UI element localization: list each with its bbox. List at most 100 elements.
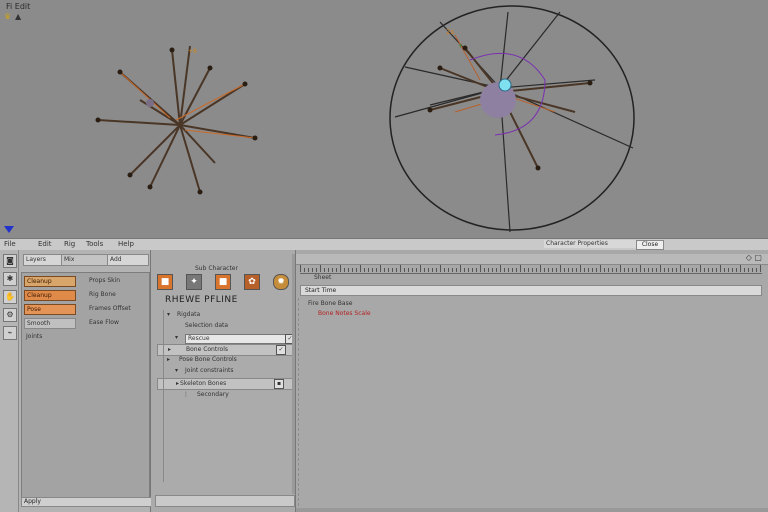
layers-tab[interactable]: Layers <box>23 254 63 266</box>
menu-help[interactable]: Help <box>118 240 134 248</box>
tree-row[interactable]: ▾ Rigdata <box>157 310 293 320</box>
ruler-tick <box>748 268 749 272</box>
layer-value: Frames Offset <box>89 305 131 312</box>
menu-edit[interactable]: Edit <box>38 240 52 248</box>
timeline-grid[interactable] <box>298 298 761 506</box>
bone-tool-icon[interactable]: ✦ <box>186 274 202 290</box>
ruler-tick <box>488 268 489 272</box>
bone-icon[interactable]: ⌁ <box>3 326 17 340</box>
ruler-tick <box>756 268 757 272</box>
ruler-tick <box>400 265 401 272</box>
ruler-tick <box>312 268 313 272</box>
hand-icon[interactable]: ✋ <box>3 290 17 304</box>
ruler-tick <box>484 268 485 272</box>
visibility-checkbox[interactable]: ✓ <box>276 345 286 355</box>
gear-icon[interactable]: ⚙ <box>3 308 17 322</box>
ruler-tick <box>660 265 661 272</box>
tree-row[interactable]: ▸ Skeleton Bones ▪ <box>157 378 295 390</box>
rescue-field[interactable]: Rescue <box>185 334 287 344</box>
ruler-tick <box>616 268 617 272</box>
panel-scrollbar[interactable] <box>292 254 295 494</box>
menu-tools[interactable]: Tools <box>86 240 103 248</box>
ruler-tick <box>736 268 737 272</box>
ruler-tick <box>368 268 369 272</box>
ruler-tick <box>516 268 517 272</box>
ruler-tick <box>724 268 725 272</box>
ruler-tick <box>404 268 405 272</box>
list-item[interactable]: Pose Frames Offset <box>23 303 148 315</box>
character-panel: Sub Character ■ ✦ ■ ✿ ✹ RHEWE PFLINE ▾ R… <box>151 250 296 512</box>
timeline-controls[interactable]: ◇ ▢ <box>746 253 762 262</box>
ruler-tick <box>720 265 721 272</box>
skeleton-checkbox[interactable]: ▪ <box>274 379 284 389</box>
tree-row[interactable]: ▸ Pose Bone Controls <box>157 355 293 365</box>
ruler-tick <box>700 265 701 272</box>
timeline-scrollbar[interactable] <box>296 508 768 512</box>
viewport-title: Fi Edit <box>6 2 31 11</box>
ruler-tick <box>324 268 325 272</box>
ruler-tick <box>572 268 573 272</box>
scene-canvas[interactable]: +8 2s + <box>0 0 768 238</box>
tree-label: Skeleton Bones <box>180 380 227 387</box>
add-tab[interactable]: Add <box>107 254 149 266</box>
cone-icon[interactable]: ▲ <box>15 13 23 21</box>
ruler-tick <box>456 268 457 272</box>
menu-rig[interactable]: Rig <box>64 240 75 248</box>
trophy-icon[interactable]: ♛ <box>4 13 12 21</box>
ruler-tick <box>704 268 705 272</box>
ruler-tick <box>520 265 521 272</box>
ruler-tick <box>528 268 529 272</box>
ruler-tick <box>544 268 545 272</box>
camera-icon[interactable]: ◙ <box>3 254 17 268</box>
ruler-tick <box>380 265 381 272</box>
tree-row[interactable]: Selection data <box>157 321 293 331</box>
ruler-tick <box>452 268 453 272</box>
settings-icon[interactable]: ✹ <box>273 274 289 290</box>
list-item[interactable]: Joints <box>23 331 148 343</box>
ruler-tick <box>468 268 469 272</box>
list-item[interactable]: Cleanup Props Skin <box>23 275 148 287</box>
ruler-tick <box>628 268 629 272</box>
status-close-button[interactable]: Close <box>636 240 664 250</box>
rig-icon[interactable]: ✱ <box>3 272 17 286</box>
menu-file[interactable]: File <box>4 240 16 248</box>
timeline-ruler[interactable] <box>300 265 762 274</box>
ruler-tick <box>436 268 437 272</box>
apply-button[interactable]: Apply <box>21 497 152 507</box>
track-row[interactable]: Fire Bone Base <box>308 300 352 307</box>
ruler-tick <box>728 268 729 272</box>
timeline-search-field[interactable]: Start Time <box>300 285 762 296</box>
right-rig[interactable]: 2s + <box>389 5 635 233</box>
ruler-tick <box>640 265 641 272</box>
character-icon[interactable]: ■ <box>157 274 173 290</box>
svg-text:+8: +8 <box>188 48 197 55</box>
ruler-tick <box>420 265 421 272</box>
track-row[interactable]: Bone Notes Scale <box>318 310 371 317</box>
ruler-tick <box>416 268 417 272</box>
list-item[interactable]: Cleanup Rig Bone <box>23 289 148 301</box>
ruler-tick <box>308 268 309 272</box>
skin-icon[interactable]: ■ <box>215 274 231 290</box>
ruler-tick <box>692 268 693 272</box>
ruler-tick <box>536 268 537 272</box>
tree-row[interactable]: ⋮ Secondary <box>157 390 293 400</box>
ruler-tick <box>424 268 425 272</box>
ruler-tick <box>460 265 461 272</box>
mix-tab[interactable]: Mix <box>61 254 109 266</box>
3d-viewport[interactable]: +8 2s + Fi Edit ♛ ▲ <box>0 0 768 238</box>
ruler-tick <box>656 268 657 272</box>
ruler-tick <box>440 265 441 272</box>
ruler-tick <box>376 268 377 272</box>
ruler-tick <box>564 268 565 272</box>
ruler-tick <box>760 265 761 272</box>
pose-icon[interactable]: ✿ <box>244 274 260 290</box>
tree-row[interactable]: ▾ Rescue ✓ <box>157 333 295 344</box>
ruler-tick <box>344 268 345 272</box>
list-item[interactable]: Smooth Ease Flow <box>23 317 148 329</box>
ruler-tick <box>688 268 689 272</box>
left-rig[interactable] <box>97 45 256 193</box>
ruler-tick <box>328 268 329 272</box>
timeline-panel: ◇ ▢ Start Time Sheet Fire Bone Base Bone… <box>296 250 768 512</box>
ruler-tick <box>492 268 493 272</box>
tree-row[interactable]: ▾ Joint constraints <box>157 366 293 376</box>
